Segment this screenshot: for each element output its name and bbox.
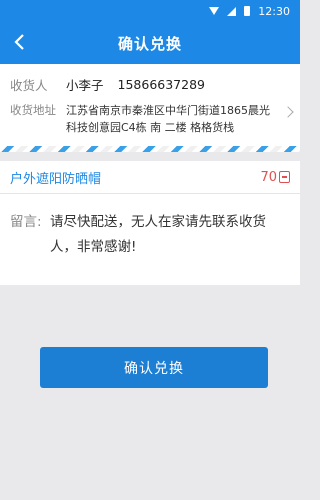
product-name: 户外遮阳防晒帽 xyxy=(10,171,102,187)
status-bar: 12:30 xyxy=(0,0,300,22)
message-text[interactable]: 请尽快配送，无人在家请先联系收货人，非常感谢! xyxy=(50,210,290,271)
wifi-icon xyxy=(209,7,220,15)
product-row: 户外遮阳防晒帽 70 xyxy=(0,161,300,194)
message-row[interactable]: 留言: 请尽快配送，无人在家请先联系收货人，非常感谢! xyxy=(0,194,300,285)
product-points: 70 xyxy=(260,170,290,185)
battery-icon xyxy=(244,6,251,16)
signal-icon xyxy=(227,6,237,16)
points-value: 70 xyxy=(260,169,277,185)
section-gap xyxy=(0,152,300,161)
status-time: 12:30 xyxy=(258,4,290,18)
points-icon xyxy=(279,171,290,183)
page-title: 确认兑换 xyxy=(117,34,182,53)
address-label: 收货地址 xyxy=(10,103,56,117)
message-label: 留言: xyxy=(10,214,42,230)
address-text: 江苏省南京市秦淮区中华门街道1865晨光科技创意园C4栋 南 二楼 格格货栈 xyxy=(66,104,270,134)
address-card[interactable]: 收货人 小李子 15866637289 收货地址 江苏省南京市秦淮区中华门街道1… xyxy=(0,64,300,152)
recipient-phone: 15866637289 xyxy=(117,77,205,92)
recipient-label: 收货人 xyxy=(10,78,48,93)
order-card: 户外遮阳防晒帽 70 留言: 请尽快配送，无人在家请先联系收货人，非常感谢! xyxy=(0,161,300,285)
recipient-name: 小李子 xyxy=(66,78,104,93)
chevron-left-icon[interactable] xyxy=(10,31,32,53)
app-header: 确认兑换 xyxy=(0,22,300,64)
confirm-exchange-button[interactable]: 确认兑换 xyxy=(40,347,268,388)
